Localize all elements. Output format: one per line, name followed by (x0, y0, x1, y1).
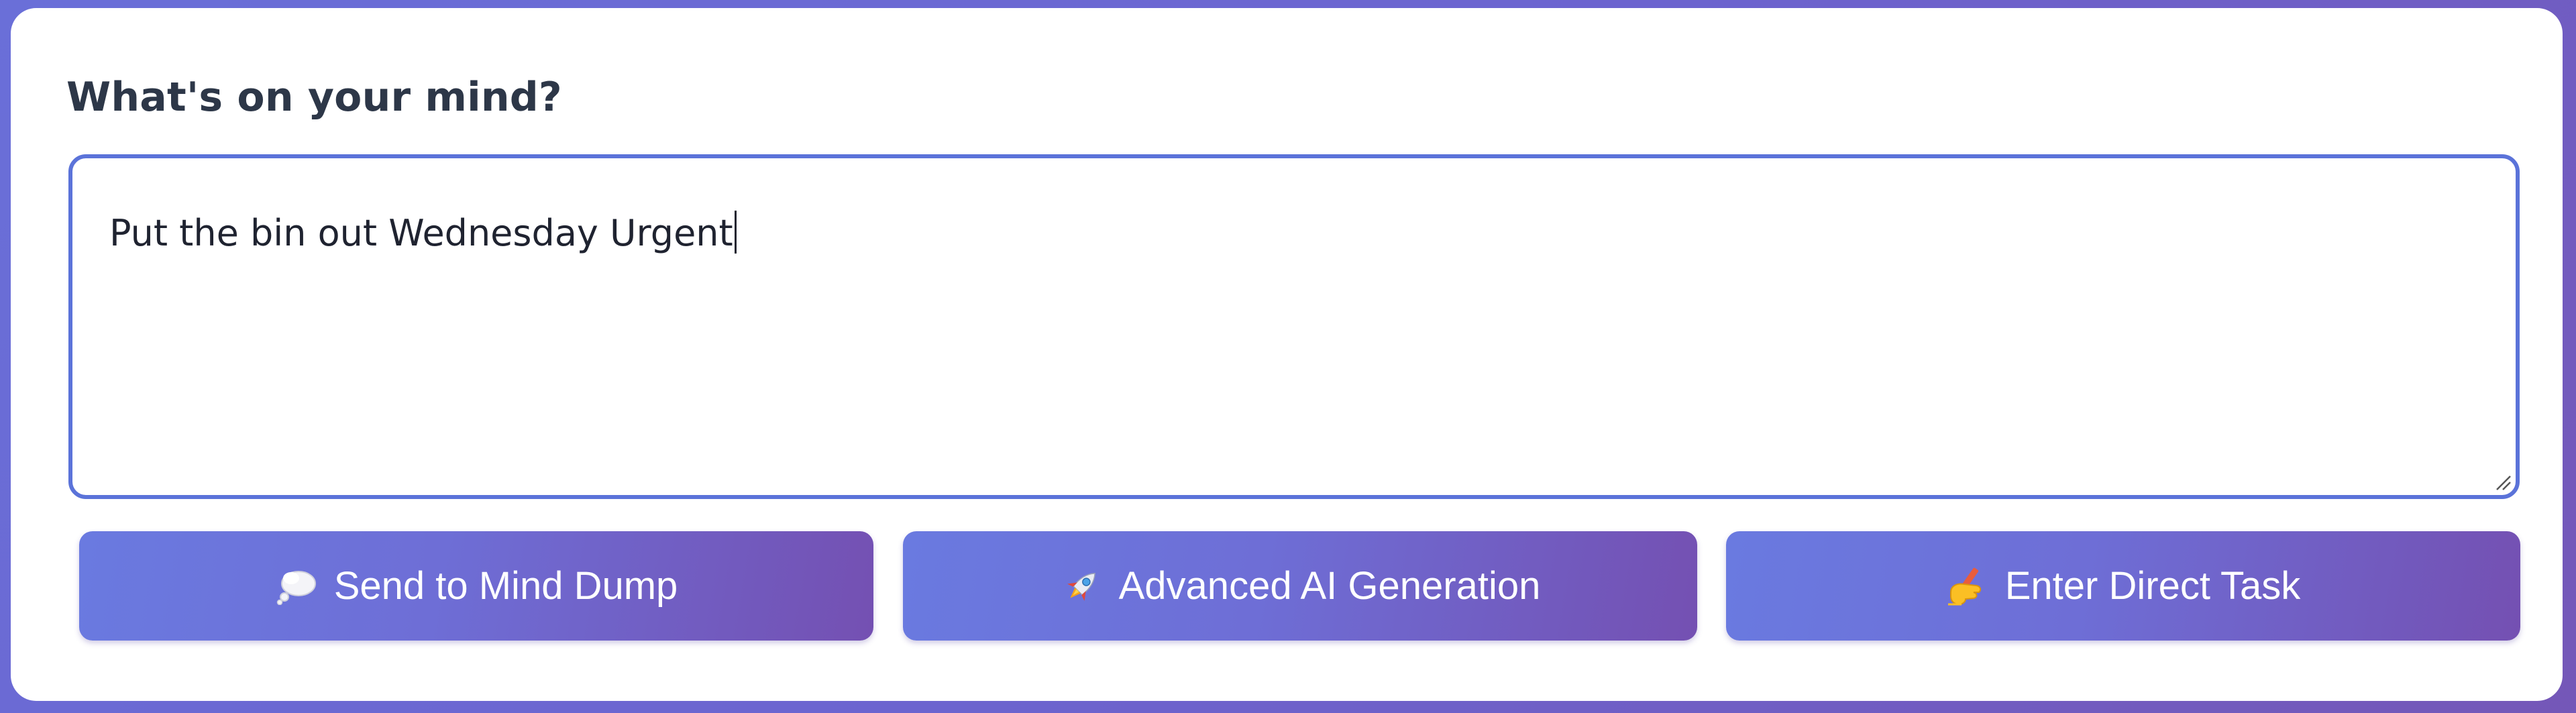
action-buttons: Send to Mind Dump Advanced AI Generation (68, 531, 2520, 652)
resize-handle-icon[interactable] (2493, 472, 2512, 491)
task-entry-card: What's on your mind? Put the bin out Wed… (11, 8, 2563, 701)
advanced-ai-generation-label: Advanced AI Generation (1118, 564, 1541, 608)
send-to-mind-dump-button[interactable]: Send to Mind Dump (79, 531, 873, 641)
enter-direct-task-button[interactable]: Enter Direct Task (1726, 531, 2520, 641)
enter-direct-task-label: Enter Direct Task (2004, 564, 2301, 608)
textarea-value: Put the bin out Wednesday Urgent (109, 211, 737, 254)
rocket-icon (1060, 564, 1104, 608)
advanced-ai-generation-button[interactable]: Advanced AI Generation (903, 531, 1697, 641)
thought-bubble-icon (275, 564, 319, 608)
text-caret (734, 211, 737, 254)
mind-textarea[interactable]: Put the bin out Wednesday Urgent (68, 154, 2520, 499)
send-to-mind-dump-label: Send to Mind Dump (333, 564, 678, 608)
writing-hand-icon (1946, 564, 1990, 608)
prompt-label: What's on your mind? (66, 74, 562, 121)
